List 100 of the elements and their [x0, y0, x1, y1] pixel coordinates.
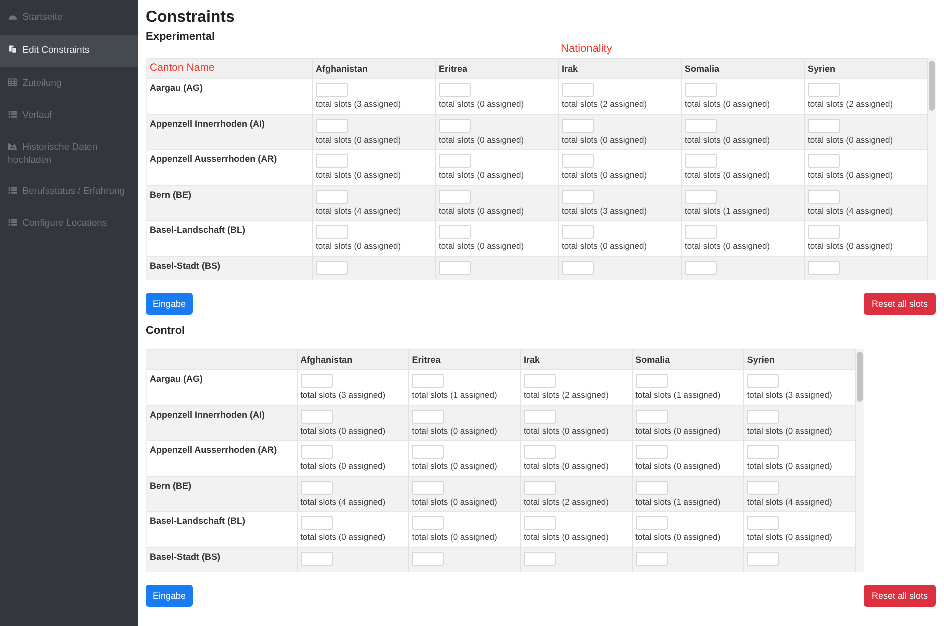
- slots-input[interactable]: [412, 410, 444, 424]
- slots-input[interactable]: [316, 190, 348, 204]
- column-header: Eritrea: [436, 58, 559, 78]
- sidebar-item[interactable]: Startseite: [0, 3, 138, 33]
- canton-name: Appenzell Ausserrhoden (AR): [147, 440, 298, 476]
- slots-input[interactable]: [316, 260, 348, 274]
- slots-input[interactable]: [562, 260, 594, 274]
- scrollbar[interactable]: [928, 58, 936, 280]
- slots-input[interactable]: [636, 445, 668, 459]
- slots-input[interactable]: [636, 516, 668, 530]
- slots-input[interactable]: [685, 118, 717, 132]
- slots-input[interactable]: [300, 516, 333, 530]
- slots-input[interactable]: [808, 154, 840, 168]
- slots-input[interactable]: [316, 154, 348, 168]
- slots-caption: total slots (0 assigned): [636, 426, 722, 436]
- column-header: Somalia: [682, 58, 805, 78]
- slots-input[interactable]: [685, 154, 717, 168]
- slots-input[interactable]: [524, 445, 556, 459]
- column-header: Eritrea: [409, 349, 521, 369]
- slots-input[interactable]: [636, 374, 668, 388]
- canton-name: Bern (BE): [147, 476, 298, 511]
- page-title: Constraints: [146, 9, 236, 27]
- slots-input[interactable]: [439, 225, 471, 239]
- canton-name: Basel-Stadt (BS): [147, 256, 313, 280]
- slots-input[interactable]: [439, 260, 471, 274]
- slots-input[interactable]: [300, 445, 333, 459]
- slots-input[interactable]: [439, 83, 471, 97]
- slots-caption: total slots (3 assigned): [316, 99, 402, 109]
- slots-caption: total slots (0 assigned): [636, 532, 722, 542]
- slots-input[interactable]: [439, 190, 471, 204]
- slots-input[interactable]: [636, 552, 668, 566]
- slots-input[interactable]: [636, 480, 668, 494]
- slots-input[interactable]: [300, 552, 333, 566]
- slots-caption: total slots (0 assigned): [316, 134, 402, 144]
- slots-input[interactable]: [747, 374, 780, 388]
- slots-input[interactable]: [808, 190, 840, 204]
- slots-input[interactable]: [412, 445, 444, 459]
- slots-input[interactable]: [524, 552, 556, 566]
- slots-input[interactable]: [524, 516, 556, 530]
- scrollbar[interactable]: [856, 349, 864, 572]
- slots-input[interactable]: [808, 225, 840, 239]
- slots-input[interactable]: [412, 516, 444, 530]
- slots-input[interactable]: [524, 410, 556, 424]
- slots-input[interactable]: [300, 480, 333, 494]
- slots-input[interactable]: [747, 516, 780, 530]
- slots-input[interactable]: [747, 552, 780, 566]
- slots-caption: total slots (0 assigned): [685, 170, 772, 180]
- slots-input[interactable]: [412, 480, 444, 494]
- reset-button[interactable]: Reset all slots: [864, 585, 936, 607]
- slots-input[interactable]: [808, 83, 840, 97]
- submit-button[interactable]: Eingabe: [146, 293, 194, 315]
- slots-input[interactable]: [808, 260, 840, 274]
- sidebar-item[interactable]: Berufsstatus / Erfahrung: [0, 177, 138, 207]
- slots-caption: total slots (0 assigned): [439, 134, 526, 144]
- slots-input[interactable]: [439, 118, 471, 132]
- slots-input[interactable]: [562, 225, 594, 239]
- slots-input[interactable]: [562, 190, 594, 204]
- sidebar-item[interactable]: Zuteilung: [0, 69, 138, 99]
- slots-input[interactable]: [747, 445, 780, 459]
- slots-input[interactable]: [685, 260, 717, 274]
- submit-button[interactable]: Eingabe: [146, 585, 194, 607]
- slots-input[interactable]: [524, 480, 556, 494]
- slots-input[interactable]: [747, 410, 780, 424]
- canton-name: Appenzell Innerrhoden (AI): [147, 404, 298, 440]
- slots-input[interactable]: [524, 374, 556, 388]
- reset-button[interactable]: Reset all slots: [864, 293, 936, 315]
- slots-input[interactable]: [439, 154, 471, 168]
- slots-input[interactable]: [300, 410, 333, 424]
- slots-caption: total slots (0 assigned): [300, 461, 387, 471]
- slots-caption: total slots (2 assigned): [562, 99, 648, 109]
- slots-caption: total slots (2 assigned): [524, 496, 610, 506]
- slots-input[interactable]: [562, 118, 594, 132]
- slots-input[interactable]: [808, 118, 840, 132]
- slots-caption: total slots (0 assigned): [300, 532, 387, 542]
- slots-input[interactable]: [685, 83, 717, 97]
- slots-caption: total slots (4 assigned): [300, 496, 387, 506]
- slots-input[interactable]: [412, 374, 444, 388]
- slots-caption: total slots (0 assigned): [685, 241, 772, 251]
- sidebar-item[interactable]: Historische Daten hochladen: [0, 133, 138, 175]
- slots-input[interactable]: [685, 190, 717, 204]
- slots-input[interactable]: [316, 118, 348, 132]
- slots-input[interactable]: [685, 225, 717, 239]
- sidebar-item[interactable]: Configure Locations: [0, 209, 138, 239]
- slots-caption: total slots (1 assigned): [685, 206, 772, 216]
- slots-input[interactable]: [412, 552, 444, 566]
- slots-input[interactable]: [316, 83, 348, 97]
- slots-input[interactable]: [747, 480, 780, 494]
- slots-caption: total slots (1 assigned): [636, 390, 722, 400]
- section-heading: Control: [146, 325, 186, 337]
- column-header: Afghanistan: [313, 58, 436, 78]
- slots-input[interactable]: [636, 410, 668, 424]
- slots-input[interactable]: [562, 154, 594, 168]
- sidebar-item[interactable]: Verlauf: [0, 101, 138, 131]
- slots-input[interactable]: [316, 225, 348, 239]
- sidebar-item[interactable]: Edit Constraints: [0, 35, 138, 67]
- slots-caption: total slots (1 assigned): [412, 390, 498, 400]
- slots-caption: total slots (3 assigned): [562, 206, 648, 216]
- slots-input[interactable]: [300, 374, 333, 388]
- slots-input[interactable]: [562, 83, 594, 97]
- copy-icon: [8, 45, 18, 54]
